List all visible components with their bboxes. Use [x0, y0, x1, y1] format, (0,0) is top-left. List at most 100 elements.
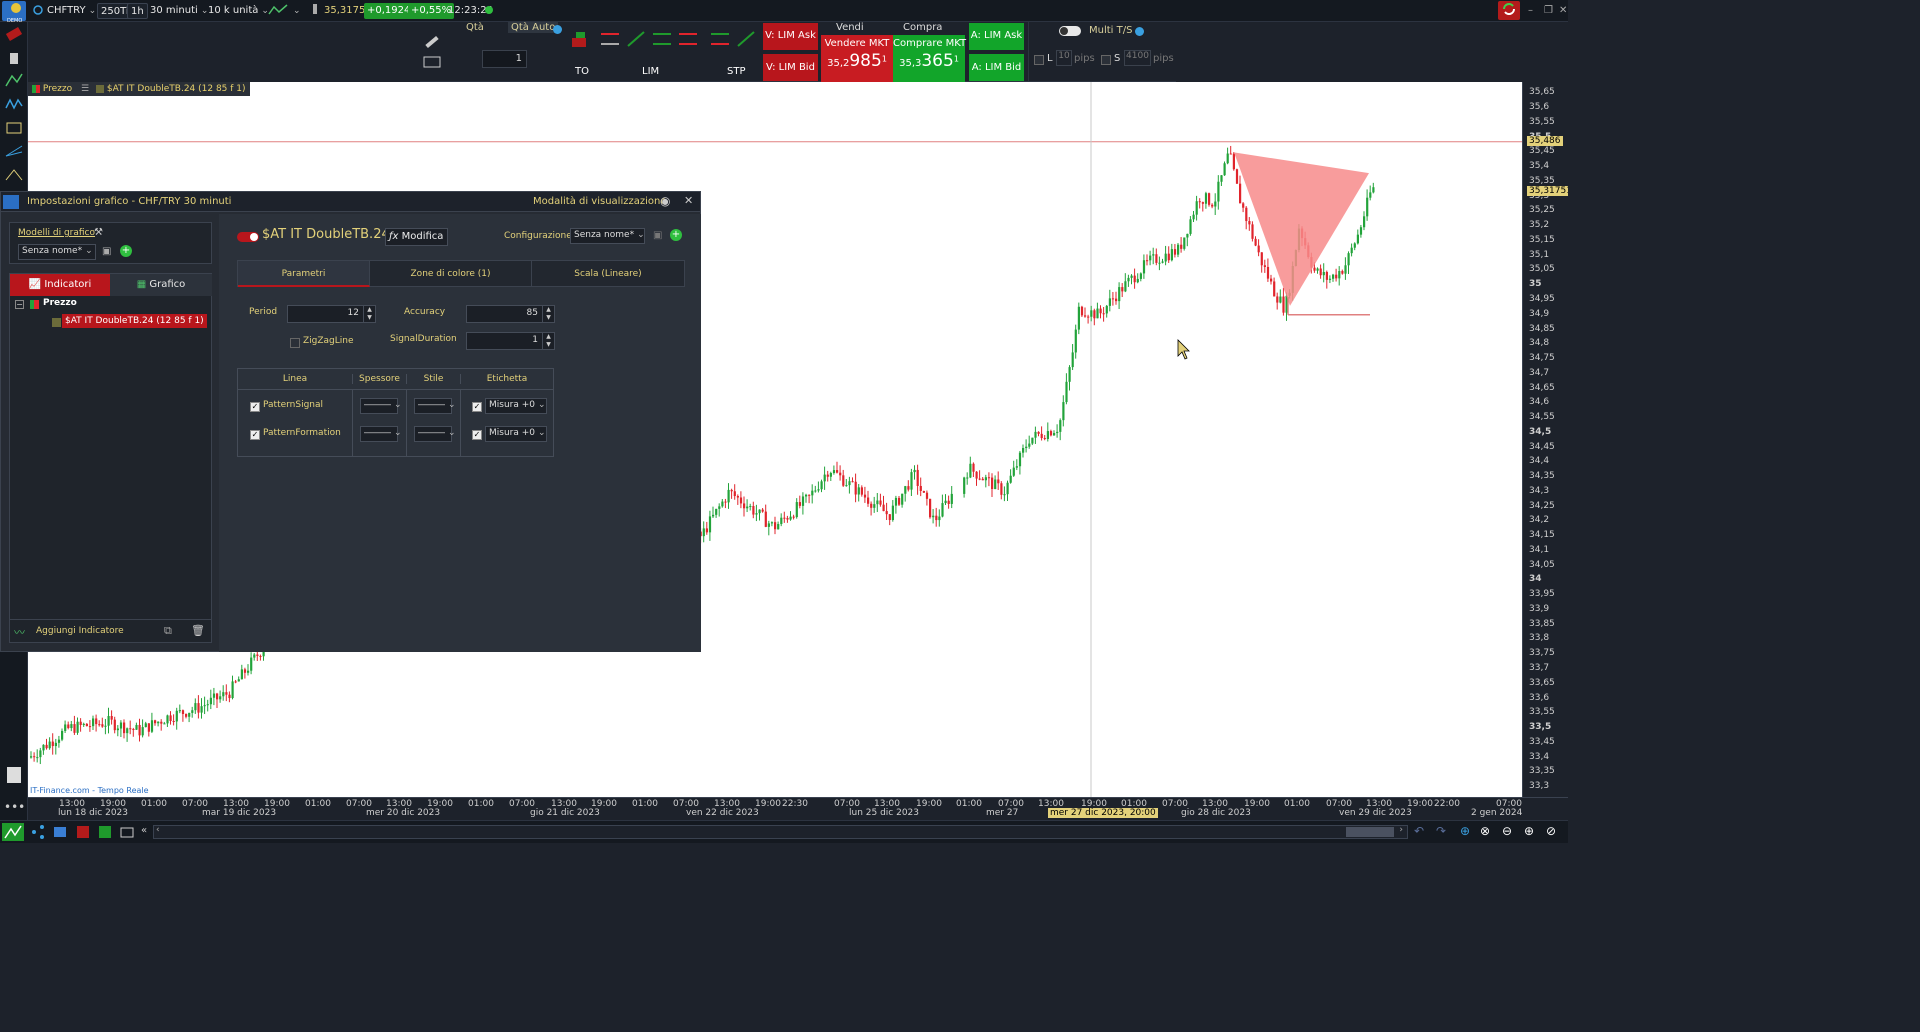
eraser-icon[interactable]	[4, 26, 24, 44]
share-icon[interactable]	[30, 824, 46, 840]
qty-auto-button[interactable]: Qtà Auto	[508, 22, 559, 33]
zoom-fit-icon[interactable]: ⊗	[1480, 824, 1490, 838]
fan-tool-icon[interactable]	[4, 142, 24, 160]
zoom-area-icon[interactable]: ⊕	[1460, 824, 1470, 838]
chart-type-dropdown[interactable]	[287, 3, 297, 19]
zoom-in-icon[interactable]: ⊕	[1524, 824, 1534, 838]
wrench-icon[interactable]	[423, 33, 443, 53]
pattern-formation-thickness-select[interactable]: ―――	[360, 426, 398, 442]
config-save-icon[interactable]: ▣	[653, 230, 662, 241]
to-order-icon[interactable]	[570, 30, 590, 50]
fib-tool-icon[interactable]	[4, 120, 24, 138]
sync-icon[interactable]	[1498, 1, 1520, 20]
tree-collapse-icon[interactable]: −	[15, 300, 24, 309]
close-icon[interactable]: ✕	[1556, 3, 1568, 19]
add-indicator-icon[interactable]: 〰	[14, 624, 25, 640]
legend-prezzo[interactable]: Prezzo	[43, 84, 72, 94]
delete-indicator-icon[interactable]: 🗑	[191, 624, 205, 637]
list-icon[interactable]: ☰	[81, 84, 89, 94]
scrollbar-thumb[interactable]	[1346, 827, 1394, 837]
pattern-signal-thickness-select[interactable]: ―――	[360, 398, 398, 414]
pitchfork-tool-icon[interactable]	[4, 166, 24, 184]
size-select[interactable]: 10 k unità	[205, 3, 272, 19]
time-axis[interactable]: 13:00 19:00 01:00 07:00 13:00 19:00 01:00 07:00…	[28, 797, 1568, 820]
period-spinner[interactable]: ▲ ▼	[363, 306, 375, 322]
symbol-icon[interactable]	[30, 3, 43, 19]
chart-type-icon[interactable]	[265, 3, 288, 19]
accuracy-spinner[interactable]: ▲ ▼	[542, 306, 554, 322]
legend-indicator[interactable]: $AT IT DoubleTB.24 (12 85 f 1)	[107, 84, 246, 94]
period-input[interactable]: 12 ▲ ▼	[287, 305, 376, 323]
l-input[interactable]: 10	[1056, 50, 1072, 66]
sell-lim-ask-button[interactable]: V: LIM Ask	[763, 23, 818, 50]
tree-prezzo[interactable]: Prezzo	[43, 298, 77, 308]
indicator-enabled-toggle[interactable]	[237, 232, 259, 242]
config-add-icon[interactable]: +	[670, 229, 682, 241]
zoom-out-icon[interactable]: ⊖	[1502, 824, 1512, 838]
signal-duration-input[interactable]: 1 ▲ ▼	[466, 332, 555, 350]
sell-lim-bid-button[interactable]: V: LIM Bid	[763, 54, 818, 81]
signal-duration-spinner[interactable]: ▲ ▼	[542, 333, 554, 349]
dialog-close-icon[interactable]: ✕	[684, 194, 693, 207]
tab-zone-colore[interactable]: Zone di colore (1)	[370, 261, 532, 287]
models-add-icon[interactable]: +	[120, 245, 132, 257]
chart-indicator-icon[interactable]	[2, 823, 24, 841]
pattern-signal-label-select[interactable]: Misura +0	[485, 398, 547, 414]
pattern-signal-style-select[interactable]: ―――	[414, 398, 452, 414]
wave-tool-icon[interactable]	[4, 96, 24, 114]
price-axis[interactable]: 35,6535,635,5535,535,4535,435,3535,335,2…	[1522, 82, 1568, 797]
pattern-signal-label-checkbox[interactable]: ✓	[472, 402, 482, 412]
buy-lim-bid-button[interactable]: A: LIM Bid	[969, 54, 1024, 81]
symbol-select[interactable]: CHFTRY	[44, 3, 99, 19]
screenshot-icon[interactable]	[119, 824, 135, 840]
dialog-titlebar[interactable]: Impostazioni grafico - CHF/TRY 30 minuti…	[1, 192, 700, 212]
minimize-icon[interactable]: –	[1525, 3, 1536, 19]
view-mode-label[interactable]: Modalità di visualizzazione	[533, 196, 667, 207]
lim-flat-icon[interactable]	[652, 30, 672, 50]
config-select[interactable]: Senza nome*	[570, 228, 645, 244]
s-checkbox[interactable]	[1101, 55, 1111, 65]
stp-buy-icon[interactable]	[736, 30, 756, 50]
tab-indicators[interactable]: 📈 Indicatori	[10, 274, 110, 296]
keyboard-icon[interactable]	[423, 55, 443, 75]
windows-icon[interactable]	[52, 824, 68, 840]
line-tool-icon[interactable]	[4, 72, 24, 90]
undo-icon[interactable]: ↶	[1414, 824, 1424, 838]
models-wrench-icon[interactable]: ⚒	[94, 227, 103, 238]
zigzag-checkbox[interactable]	[290, 338, 300, 348]
horizontal-scrollbar[interactable]: ‹ ›	[153, 825, 1408, 839]
tree-indicator-item[interactable]: $AT IT DoubleTB.24 (12 85 f 1)	[62, 314, 207, 328]
stp-sell-icon[interactable]	[710, 30, 730, 50]
tab-parametri[interactable]: Parametri	[238, 261, 370, 287]
scroll-left-icon[interactable]: ‹	[156, 825, 160, 835]
copy-indicator-icon[interactable]: ⧉	[164, 624, 172, 638]
pattern-formation-style-select[interactable]: ―――	[414, 426, 452, 442]
timeframe-1h[interactable]: 1h	[127, 3, 148, 19]
timeframe-select[interactable]: 30 minuti	[147, 3, 211, 19]
scroll-right-icon[interactable]: ›	[1399, 825, 1403, 835]
pattern-formation-label-checkbox[interactable]: ✓	[472, 430, 482, 440]
calculator-icon[interactable]	[4, 766, 24, 784]
models-save-icon[interactable]: ▣	[102, 246, 111, 257]
trash-icon[interactable]	[4, 50, 24, 68]
scroll-left-all-icon[interactable]: «	[141, 825, 147, 836]
pattern-formation-checkbox[interactable]: ✓	[250, 430, 260, 440]
buy-lim-ask-button[interactable]: A: LIM Ask	[969, 23, 1024, 50]
lim-stop-icon[interactable]	[678, 30, 698, 50]
sell-market-button[interactable]: Vendere MKT 35,29851	[821, 35, 893, 82]
buy-market-button[interactable]: Comprare MKT 35,33651	[893, 35, 966, 82]
eye-icon[interactable]: ◉	[660, 194, 670, 208]
s-input[interactable]: 4100	[1124, 50, 1151, 66]
qty-auto-info-icon[interactable]	[553, 25, 562, 34]
tab-scala[interactable]: Scala (Lineare)	[532, 261, 684, 287]
add-indicator-button[interactable]: Aggiungi Indicatore	[36, 626, 124, 636]
models-select[interactable]: Senza nome*	[18, 244, 96, 260]
zoom-reset-icon[interactable]: ⊘	[1546, 824, 1556, 838]
layout-icon[interactable]	[97, 824, 113, 840]
lim-buy-icon[interactable]	[626, 30, 646, 50]
template-icon[interactable]	[75, 824, 91, 840]
qty-input[interactable]: 1	[482, 50, 527, 68]
redo-icon[interactable]: ↷	[1436, 824, 1446, 838]
pattern-formation-label-select[interactable]: Misura +0	[485, 426, 547, 442]
modifica-button[interactable]: ƒx Modifica	[385, 228, 448, 246]
